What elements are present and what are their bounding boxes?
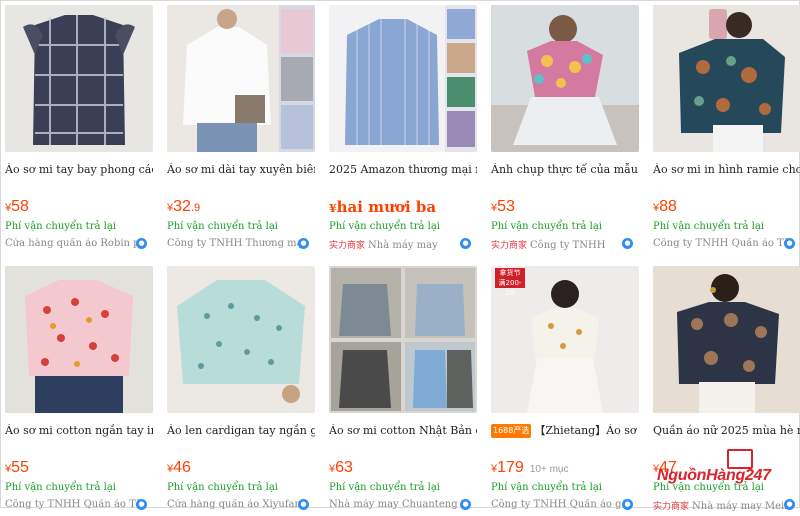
product-title[interactable]: Quần áo nữ 2025 mùa hè mới	[653, 424, 800, 438]
chat-icon[interactable]: ●	[784, 238, 795, 249]
product-card[interactable]: 拿货节 满200-20 1688严选 【Zhietang】Áo sơ ¥179 10+…	[491, 266, 639, 516]
shop-name[interactable]: Công ty TNHH Quần áo Tô	[5, 499, 145, 510]
shop-name[interactable]: Nhà máy may Chuanteng thi	[329, 499, 469, 510]
promo-badge: 拿货节 满200-20	[495, 268, 525, 297]
shipping-note: Phí vận chuyển trả lại	[5, 221, 116, 232]
shipping-note: Phí vận chuyển trả lại	[5, 482, 116, 493]
product-image[interactable]	[329, 5, 477, 152]
shop-name[interactable]: 实力商家 Nhà máy may Meizi	[653, 499, 793, 512]
1688-select-tag: 1688严选	[491, 424, 532, 438]
product-image[interactable]	[167, 266, 315, 413]
product-image[interactable]	[5, 5, 153, 152]
product-price: ¥63	[329, 459, 353, 476]
product-image[interactable]	[329, 266, 477, 413]
product-title[interactable]: Áo sơ mi cotton ngắn tay in h	[5, 424, 153, 438]
product-grid: Áo sơ mi tay bay phong cách ¥58 Phí vận …	[0, 0, 800, 512]
product-card[interactable]: Áo sơ mi cotton Nhật Bản cổ ¥63 Phí vận …	[329, 266, 477, 516]
product-title[interactable]: Ảnh chụp thực tế của mẫu áo	[491, 163, 639, 177]
product-image[interactable]	[167, 5, 315, 152]
product-card[interactable]: Áo len cardigan tay ngắn giản ¥46 Phí vậ…	[167, 266, 315, 516]
shop-name[interactable]: Công ty TNHH Quần áo Tô	[653, 238, 793, 249]
shop-name[interactable]: Cửa hàng quần áo Robin phố	[5, 238, 145, 249]
shop-name[interactable]: 实力商家 Công ty TNHH	[491, 238, 631, 251]
chat-icon[interactable]: ●	[460, 499, 471, 510]
shipping-note: Phí vận chuyển trả lại	[653, 482, 764, 493]
chat-icon[interactable]: ●	[622, 238, 633, 249]
product-card[interactable]: 2025 Amazon thương mại nư ¥hai mươi ba P…	[329, 5, 477, 255]
product-title[interactable]: 1688严选 【Zhietang】Áo sơ	[491, 424, 639, 438]
product-card[interactable]: Quần áo nữ 2025 mùa hè mới ¥47 Phí vận c…	[653, 266, 800, 516]
product-price: ¥55	[5, 459, 29, 476]
chat-icon[interactable]: ●	[298, 499, 309, 510]
chat-icon[interactable]: ●	[298, 238, 309, 249]
verified-seller-badge: 实力商家	[329, 241, 366, 251]
sold-count: 10+ mục	[529, 464, 569, 475]
shipping-note: Phí vận chuyển trả lại	[329, 482, 440, 493]
product-image[interactable]	[653, 5, 800, 152]
product-title[interactable]: Áo sơ mi in hình ramie cho n	[653, 163, 800, 177]
chat-icon[interactable]: ●	[136, 238, 147, 249]
product-title[interactable]: Áo len cardigan tay ngắn giản	[167, 424, 315, 438]
chat-icon[interactable]: ●	[460, 238, 471, 249]
product-image[interactable]	[5, 266, 153, 413]
shop-name[interactable]: Công ty TNHH Quần áo gốc	[491, 499, 631, 510]
shop-name[interactable]: 实力商家 Nhà máy may	[329, 238, 469, 251]
product-title[interactable]: Áo sơ mi cotton Nhật Bản cổ	[329, 424, 477, 438]
verified-seller-badge: 实力商家	[653, 502, 690, 512]
product-price: ¥88	[653, 198, 677, 215]
product-card[interactable]: Áo sơ mi in hình ramie cho n ¥88 Phí vận…	[653, 5, 800, 255]
shop-name[interactable]: Cửa hàng quần áo Xiyufang	[167, 499, 307, 510]
shop-name[interactable]: Công ty TNHH Thương mại	[167, 238, 307, 249]
product-price: ¥32.9	[167, 198, 201, 215]
shipping-note: Phí vận chuyển trả lại	[653, 221, 764, 232]
product-title[interactable]: 2025 Amazon thương mại nư	[329, 163, 477, 177]
product-card[interactable]: Áo sơ mi tay bay phong cách ¥58 Phí vận …	[5, 5, 153, 255]
verified-seller-badge: 实力商家	[491, 241, 528, 251]
product-card[interactable]: Ảnh chụp thực tế của mẫu áo ¥53 Phí vận …	[491, 5, 639, 255]
product-image[interactable]: 拿货节 满200-20	[491, 266, 639, 413]
product-price: ¥hai mươi ba	[329, 198, 437, 216]
product-price: ¥53	[491, 198, 515, 215]
shipping-note: Phí vận chuyển trả lại	[167, 482, 278, 493]
chat-icon[interactable]: ●	[622, 499, 633, 510]
chat-icon[interactable]: ●	[784, 499, 795, 510]
product-price: ¥179 10+ mục	[491, 459, 569, 476]
chat-icon[interactable]: ●	[136, 499, 147, 510]
shipping-note: Phí vận chuyển trả lại	[329, 221, 440, 232]
product-price: ¥46	[167, 459, 191, 476]
product-title[interactable]: Áo sơ mi tay bay phong cách	[5, 163, 153, 177]
shipping-note: Phí vận chuyển trả lại	[491, 482, 602, 493]
product-price: ¥47	[653, 459, 677, 476]
product-title[interactable]: Áo sơ mi dài tay xuyên biên g	[167, 163, 315, 177]
shipping-note: Phí vận chuyển trả lại	[167, 221, 278, 232]
product-price: ¥58	[5, 198, 29, 215]
product-card[interactable]: Áo sơ mi dài tay xuyên biên g ¥32.9 Phí …	[167, 5, 315, 255]
shipping-note: Phí vận chuyển trả lại	[491, 221, 602, 232]
product-image[interactable]	[653, 266, 800, 413]
product-card[interactable]: Áo sơ mi cotton ngắn tay in h ¥55 Phí vậ…	[5, 266, 153, 516]
product-image[interactable]	[491, 5, 639, 152]
